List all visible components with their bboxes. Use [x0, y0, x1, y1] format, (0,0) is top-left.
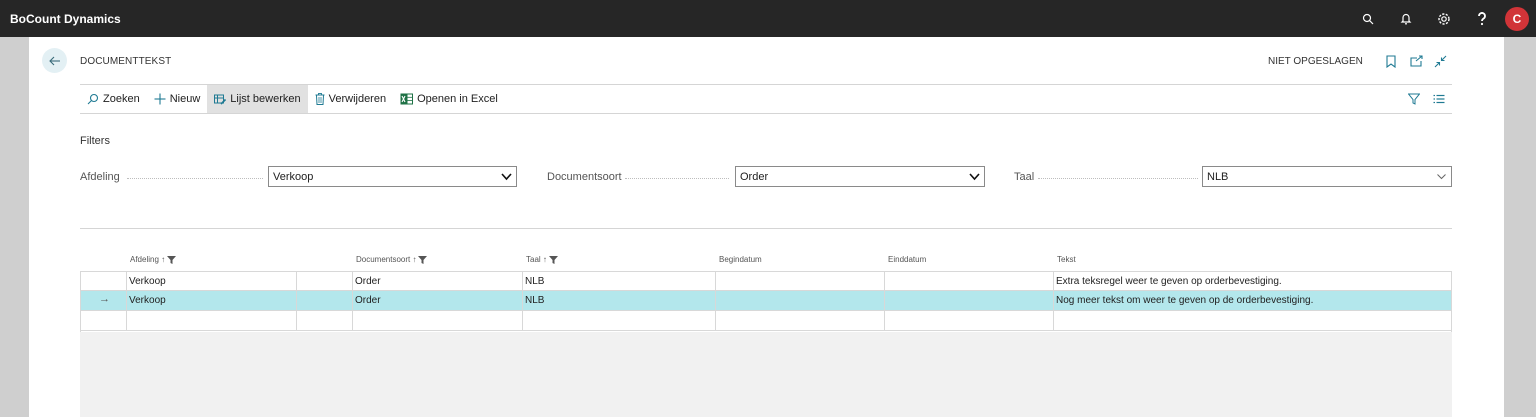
list-view-icon[interactable] — [1431, 91, 1447, 107]
filters-heading: Filters — [80, 135, 110, 147]
table-row-new[interactable] — [81, 311, 1451, 331]
column-header-taal-label: Taal ↑ — [526, 255, 547, 264]
cell-divider — [296, 311, 297, 331]
cell-taal[interactable]: NLB — [523, 272, 715, 292]
column-header-taal[interactable]: Taal ↑ — [526, 255, 558, 264]
document-text-grid: Afdeling ↑ Documentsoort ↑ Taal ↑ Begind… — [80, 247, 1452, 417]
filter-icon — [167, 255, 177, 264]
cell-begindatum[interactable] — [716, 291, 884, 311]
row-selected-arrow-icon: → — [99, 293, 110, 305]
arrow-left-icon — [48, 56, 60, 65]
cell-taal[interactable] — [523, 311, 715, 331]
cell-tekst[interactable]: Extra teksregel weer te geven op orderbe… — [1054, 272, 1452, 292]
cell-documentsoort[interactable]: Order — [353, 272, 522, 292]
column-header-afdeling-label: Afdeling ↑ — [130, 255, 166, 264]
divider — [80, 113, 1452, 114]
grid-rows: Verkoop Order NLB Extra teksregel weer t… — [80, 271, 1452, 332]
avatar[interactable]: C — [1505, 6, 1529, 31]
action-bar: Zoeken Nieuw Lijst bewerken Verwijderen … — [80, 85, 1452, 113]
column-header-tekst[interactable]: Tekst — [1057, 255, 1076, 264]
cell-documentsoort[interactable] — [353, 311, 522, 331]
open-in-excel-button-label: Openen in Excel — [417, 93, 498, 105]
edit-list-icon — [214, 94, 227, 105]
cell-begindatum[interactable] — [716, 311, 884, 331]
cell-documentsoort[interactable]: Order — [353, 291, 522, 311]
column-header-begindatum-label: Begindatum — [719, 255, 762, 264]
chevron-down-icon — [969, 173, 980, 181]
column-header-einddatum[interactable]: Einddatum — [888, 255, 926, 264]
taal-filter-select[interactable]: NLB — [1202, 166, 1452, 187]
edit-list-button[interactable]: Lijst bewerken — [207, 85, 308, 113]
page-panel: DOCUMENTTEKST NIET OPGESLAGEN Zoeken Nie… — [29, 37, 1504, 417]
table-row[interactable]: Verkoop Order NLB Extra teksregel weer t… — [81, 271, 1452, 292]
background-left — [0, 37, 29, 417]
dotted-leader — [625, 178, 729, 179]
divider — [80, 228, 1452, 229]
taal-filter-value: NLB — [1207, 171, 1229, 183]
cell-afdeling[interactable]: Verkoop — [127, 272, 296, 292]
search-button-label: Zoeken — [103, 93, 140, 105]
trash-icon — [315, 93, 325, 105]
column-header-documentsoort-label: Documentsoort ↑ — [356, 255, 417, 264]
column-header-tekst-label: Tekst — [1057, 255, 1076, 264]
search-button[interactable]: Zoeken — [80, 85, 147, 113]
dotted-leader — [127, 178, 263, 179]
chevron-down-icon — [1437, 174, 1446, 180]
cell-einddatum[interactable] — [885, 291, 1053, 311]
grid-empty-area — [80, 332, 1452, 417]
back-button[interactable] — [42, 48, 67, 73]
save-status: NIET OPGESLAGEN — [1268, 56, 1363, 67]
cell-divider — [296, 272, 297, 292]
filter-icon — [548, 255, 558, 264]
cell-einddatum[interactable] — [885, 272, 1053, 292]
cell-afdeling[interactable]: Verkoop — [127, 291, 296, 311]
gear-icon[interactable] — [1425, 0, 1463, 37]
edit-list-button-label: Lijst bewerken — [230, 93, 301, 105]
search-icon — [87, 93, 99, 105]
open-in-excel-button[interactable]: Openen in Excel — [393, 85, 505, 113]
filter-icon[interactable] — [1406, 91, 1422, 107]
excel-icon — [400, 93, 414, 105]
cell-tekst[interactable]: Nog meer tekst om weer te geven op de or… — [1054, 291, 1452, 311]
top-bar: BoCount Dynamics C — [0, 0, 1536, 37]
chevron-down-icon — [501, 173, 512, 181]
table-row-selected[interactable]: → Verkoop Order NLB Nog meer tekst om we… — [81, 291, 1451, 311]
dotted-leader — [1038, 178, 1198, 179]
column-header-einddatum-label: Einddatum — [888, 255, 927, 264]
plus-icon — [154, 93, 166, 105]
new-button-label: Nieuw — [169, 93, 201, 105]
cell-divider — [296, 291, 297, 311]
delete-button[interactable]: Verwijderen — [308, 85, 393, 113]
cell-afdeling[interactable] — [127, 311, 296, 331]
page-title: DOCUMENTTEKST — [80, 56, 172, 67]
cell-tekst[interactable] — [1054, 311, 1452, 331]
documentsoort-filter-label: Documentsoort — [547, 171, 622, 183]
search-icon[interactable] — [1349, 0, 1387, 37]
column-header-afdeling[interactable]: Afdeling ↑ — [130, 255, 177, 264]
taal-filter-label: Taal — [1014, 171, 1035, 183]
column-header-documentsoort[interactable]: Documentsoort ↑ — [356, 255, 428, 264]
collapse-icon[interactable] — [1432, 53, 1448, 69]
open-new-window-icon[interactable] — [1408, 53, 1424, 69]
delete-button-label: Verwijderen — [328, 93, 387, 105]
help-icon[interactable] — [1463, 0, 1501, 37]
afdeling-filter-select[interactable]: Verkoop — [268, 166, 517, 187]
filter-icon — [418, 255, 428, 264]
documentsoort-filter-select[interactable]: Order — [735, 166, 985, 187]
app-title[interactable]: BoCount Dynamics — [10, 12, 121, 26]
cell-einddatum[interactable] — [885, 311, 1053, 331]
cell-taal[interactable]: NLB — [523, 291, 715, 311]
new-button[interactable]: Nieuw — [147, 85, 208, 113]
column-header-begindatum[interactable]: Begindatum — [719, 255, 762, 264]
bookmark-icon[interactable] — [1383, 53, 1399, 69]
documentsoort-filter-value: Order — [740, 171, 769, 183]
afdeling-filter-value: Verkoop — [273, 171, 314, 183]
afdeling-filter-label: Afdeling — [80, 171, 120, 183]
bell-icon[interactable] — [1387, 0, 1425, 37]
background-right — [1504, 37, 1536, 417]
cell-begindatum[interactable] — [716, 272, 884, 292]
